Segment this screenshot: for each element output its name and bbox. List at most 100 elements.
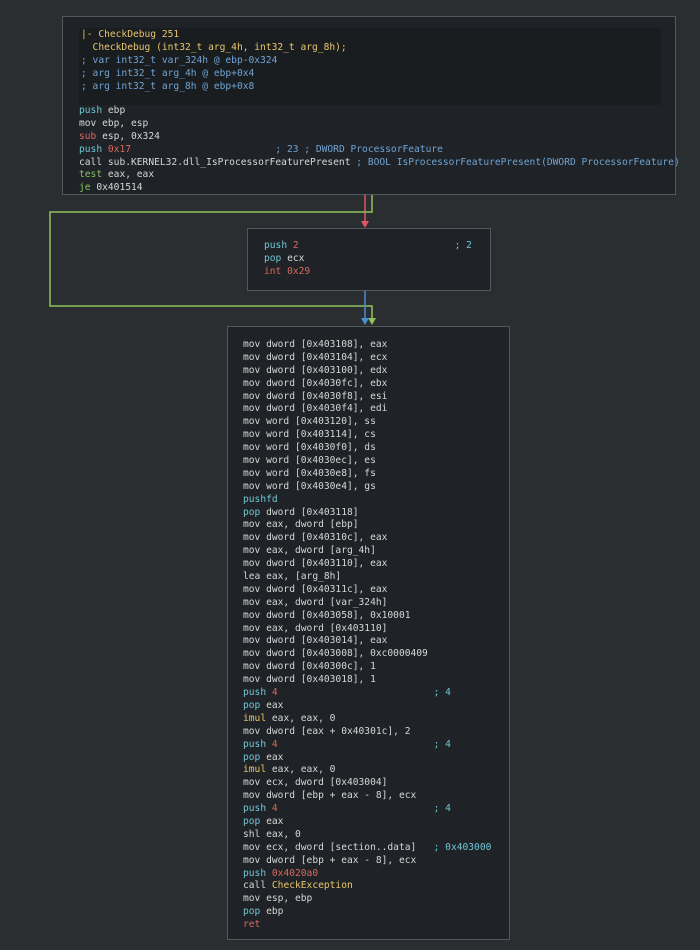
asm-line[interactable]: mov dword [0x4030fc], ebx [243, 378, 509, 391]
asm-line[interactable]: mov word [0x4030e4], gs [243, 481, 509, 494]
basic-block-interrupt[interactable]: push 2 ; 2 pop ecx int 0x29 [247, 228, 491, 291]
asm-line[interactable]: imul eax, eax, 0 [243, 713, 509, 726]
mnemonic: mov [243, 596, 261, 608]
header-line: CheckDebug (int32_t arg_4h, int32_t arg_… [81, 42, 661, 55]
header-line: ; var int32_t var_324h @ ebp-0x324 [81, 55, 661, 68]
asm-line[interactable]: mov dword [0x403108], eax [243, 339, 509, 352]
operands: word [0x403120], ss [266, 416, 376, 428]
mnemonic: push [243, 738, 267, 750]
asm-line[interactable]: int 0x29 [264, 266, 490, 279]
mnemonic: mov [243, 480, 261, 492]
header-text: ; arg int32_t arg_8h @ ebp+0x8 [81, 80, 255, 92]
asm-line[interactable]: mov word [0x403114], cs [243, 429, 509, 442]
asm-line[interactable]: pop eax [243, 816, 509, 829]
asm-line[interactable]: mov dword [0x4030f8], esi [243, 391, 509, 404]
mnemonic: test [79, 169, 103, 181]
mnemonic: mov [243, 674, 261, 686]
asm-line[interactable]: test eax, eax [79, 169, 661, 182]
asm-line[interactable]: pop eax [243, 752, 509, 765]
asm-line[interactable]: call CheckException [243, 880, 509, 893]
operands: dword [eax + 0x40301c], 2 [266, 725, 411, 737]
asm-line[interactable]: mov dword [0x403110], eax [243, 558, 509, 571]
mnemonic: push [264, 240, 288, 251]
asm-line[interactable]: shl eax, 0 [243, 829, 509, 842]
asm-line[interactable]: mov dword [0x403018], 1 [243, 674, 509, 687]
operands: word [0x403114], cs [266, 429, 376, 441]
asm-line[interactable]: mov dword [0x4030f4], edi [243, 403, 509, 416]
asm-line[interactable]: mov ecx, dword [section..data] ; 0x40300… [243, 842, 509, 855]
asm-line[interactable]: mov dword [0x403100], edx [243, 365, 509, 378]
operands: dword [0x40310c], eax [266, 532, 388, 544]
mnemonic: mov [243, 661, 261, 673]
asm-line[interactable]: call sub.KERNEL32.dll_IsProcessorFeature… [79, 157, 680, 170]
asm-line[interactable]: mov dword [0x40311c], eax [243, 584, 509, 597]
asm-line[interactable]: push ebp [79, 105, 661, 118]
asm-line[interactable]: mov dword [ebp + eax - 8], ecx [243, 855, 509, 868]
asm-line[interactable]: mov esp, ebp [243, 893, 509, 906]
asm-line[interactable]: pop dword [0x403118] [243, 507, 509, 520]
block-instructions: mov dword [0x403108], eax mov dword [0x40… [243, 339, 509, 932]
asm-line[interactable]: mov dword [0x40300c], 1 [243, 661, 509, 674]
operands: eax, 0 [266, 828, 301, 840]
header-text: |- CheckDebug 251 [81, 29, 180, 40]
asm-line[interactable]: ret [243, 919, 509, 932]
mnemonic: mov [243, 364, 261, 376]
asm-line[interactable]: imul eax, eax, 0 [243, 764, 509, 777]
asm-line[interactable]: mov dword [0x403008], 0xc0000409 [243, 648, 509, 661]
basic-block-entry[interactable]: |- CheckDebug 251 CheckDebug (int32_t ar… [62, 16, 680, 195]
mnemonic: mov [243, 416, 261, 428]
mnemonic: imul [243, 712, 267, 724]
operands: dword [0x4030fc], ebx [266, 377, 388, 389]
operands: dword [ebp + eax - 8], ecx [266, 854, 417, 866]
mnemonic: sub [79, 130, 97, 142]
comment: ; 0x403000 [433, 841, 492, 853]
block-instructions: push ebp mov ebp, esp sub esp, 0x324 push 0… [79, 105, 680, 195]
asm-line[interactable]: sub esp, 0x324 [79, 131, 661, 144]
asm-line[interactable]: lea eax, [arg_8h] [243, 571, 509, 584]
asm-line[interactable]: mov dword [ebp + eax - 8], ecx [243, 790, 509, 803]
asm-line[interactable]: mov dword [0x40310c], eax [243, 532, 509, 545]
asm-line[interactable]: mov word [0x4030ec], es [243, 455, 509, 468]
asm-line[interactable]: push 0x4020a0 [243, 868, 509, 881]
mnemonic: mov [243, 455, 261, 467]
asm-line[interactable]: mov ecx, dword [0x403004] [243, 777, 509, 790]
asm-line[interactable]: mov dword [eax + 0x40301c], 2 [243, 726, 509, 739]
operands: dword [0x403104], ecx [266, 351, 388, 363]
mnemonic: shl [243, 828, 261, 840]
asm-line[interactable]: pop eax [243, 700, 509, 713]
asm-line[interactable]: push 4 ; 4 [243, 739, 509, 752]
asm-line[interactable]: push 2 ; 2 [264, 240, 490, 253]
asm-line[interactable]: mov word [0x403120], ss [243, 416, 509, 429]
asm-line[interactable]: mov dword [0x403058], 0x10001 [243, 610, 509, 623]
operands: 2 [292, 240, 299, 251]
operands: 4 [271, 738, 278, 750]
asm-line[interactable]: mov eax, dword [arg_4h] [243, 545, 509, 558]
operands: 0x29 [287, 265, 311, 277]
comment: ; 23 ; DWORD ProcessorFeature [275, 143, 443, 155]
asm-line[interactable]: mov dword [0x403104], ecx [243, 352, 509, 365]
asm-line[interactable]: pushfd [243, 494, 509, 507]
asm-line[interactable]: push 4 ; 4 [243, 687, 509, 700]
operands: dword [0x40300c], 1 [266, 661, 376, 673]
asm-line[interactable]: mov dword [0x403014], eax [243, 635, 509, 648]
asm-line[interactable]: pop ebp [243, 906, 509, 919]
asm-line[interactable]: mov ebp, esp [79, 118, 661, 131]
basic-block-exception[interactable]: mov dword [0x403108], eax mov dword [0x40… [227, 326, 510, 940]
asm-line[interactable]: mov eax, dword [var_324h] [243, 597, 509, 610]
mnemonic: mov [243, 893, 261, 905]
comment: ; 4 [433, 687, 451, 699]
asm-line[interactable]: mov word [0x4030e8], fs [243, 468, 509, 481]
asm-line[interactable]: push 0x17 ; 23 ; DWORD ProcessorFeature [79, 144, 661, 157]
asm-line[interactable]: je 0x401514 [79, 182, 661, 195]
asm-line[interactable]: mov eax, dword [0x403110] [243, 623, 509, 636]
mnemonic: pop [264, 252, 282, 264]
operands: ebp [107, 105, 126, 116]
asm-line[interactable]: mov word [0x4030f0], ds [243, 442, 509, 455]
asm-line[interactable]: push 4 ; 4 [243, 803, 509, 816]
asm-line[interactable]: mov eax, dword [ebp] [243, 519, 509, 532]
edge-false-arrowhead [361, 221, 369, 228]
asm-line[interactable]: pop ecx [264, 253, 490, 266]
operands: ecx [287, 252, 305, 264]
header-line: |- CheckDebug 251 [81, 29, 661, 42]
mnemonic: mov [243, 635, 261, 647]
